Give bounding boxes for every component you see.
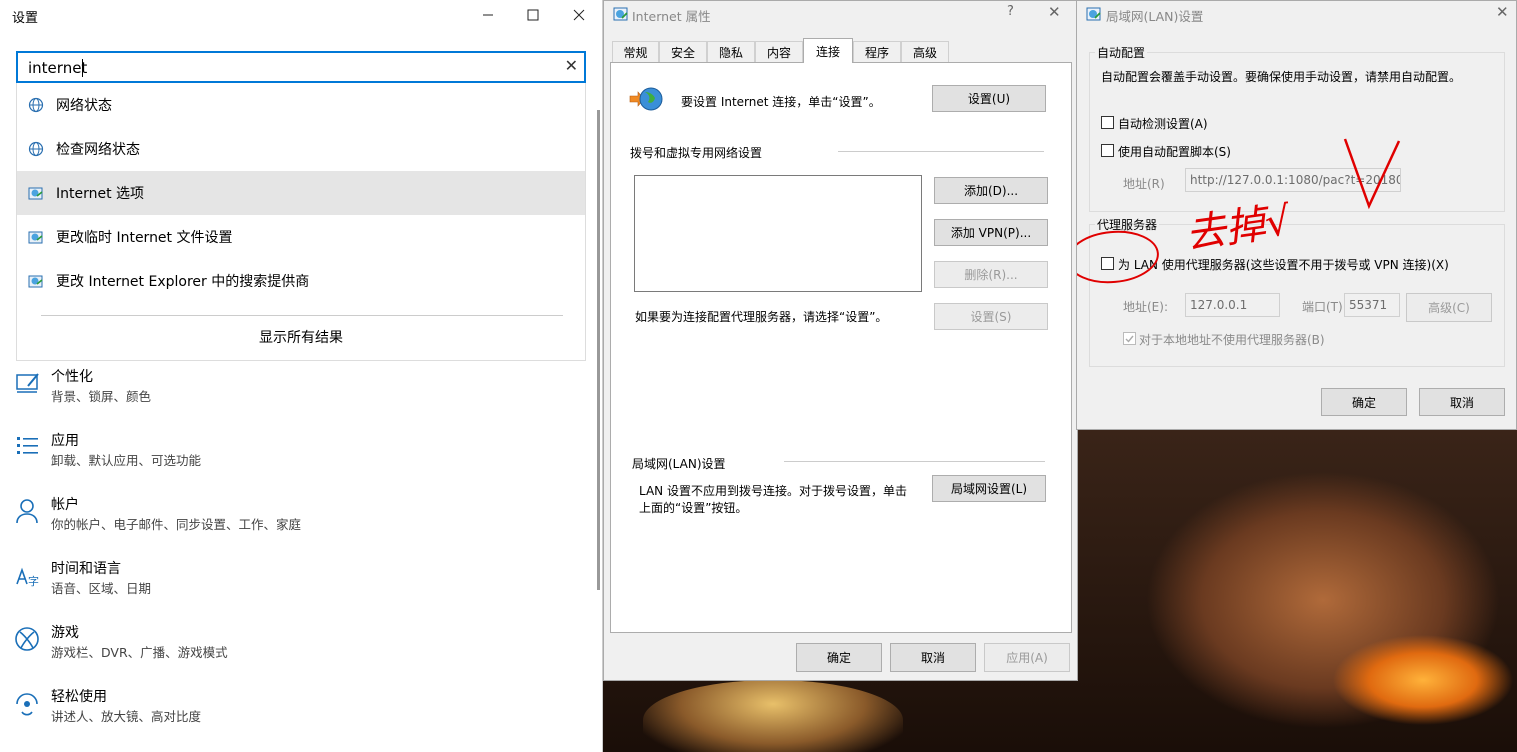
lan-settings-button[interactable]: 局域网设置(L) xyxy=(932,475,1046,502)
lan-settings-dialog: 局域网(LAN)设置 ✕ 自动配置 自动配置会覆盖手动设置。要确保使用手动设置，… xyxy=(1076,0,1517,430)
category-accounts[interactable]: 帐户 你的帐户、电子邮件、同步设置、工作、家庭 xyxy=(14,494,574,544)
category-gaming[interactable]: 游戏 游戏栏、DVR、广播、游戏模式 xyxy=(14,622,574,672)
clear-search-icon[interactable]: ✕ xyxy=(565,56,578,75)
search-input[interactable]: internet ✕ xyxy=(16,51,586,83)
suggestion-label: 更改 Internet Explorer 中的搜索提供商 xyxy=(56,274,310,290)
divider xyxy=(41,315,563,316)
tab-content[interactable]: 内容 xyxy=(755,41,803,62)
handwritten-annotation xyxy=(1077,138,1401,284)
category-subtitle: 游戏栏、DVR、广播、游戏模式 xyxy=(51,645,228,660)
suggestion-temp-files[interactable]: 更改临时 Internet 文件设置 xyxy=(17,215,585,259)
minimize-button[interactable] xyxy=(465,0,511,30)
suggestion-label: 更改临时 Internet 文件设置 xyxy=(56,230,233,246)
connection-list[interactable] xyxy=(634,175,922,292)
ease-of-access-icon xyxy=(16,693,38,716)
category-title: 轻松使用 xyxy=(51,689,107,705)
show-all-results-link[interactable]: 显示所有结果 xyxy=(17,327,585,347)
tab-programs[interactable]: 程序 xyxy=(853,41,901,62)
tab-privacy[interactable]: 隐私 xyxy=(707,41,755,62)
lan-section-header: 局域网(LAN)设置 xyxy=(632,457,726,471)
account-icon xyxy=(16,499,38,524)
maximize-icon xyxy=(527,9,539,21)
apply-button[interactable]: 应用(A) xyxy=(984,643,1070,672)
minimize-icon xyxy=(483,14,493,16)
close-icon xyxy=(573,9,585,21)
suggestion-label: 检查网络状态 xyxy=(56,142,140,158)
maximize-button[interactable] xyxy=(510,0,556,30)
tab-advanced[interactable]: 高级 xyxy=(901,41,949,62)
category-title: 时间和语言 xyxy=(51,561,121,577)
tab-connections[interactable]: 连接 xyxy=(803,38,853,63)
search-value: internet xyxy=(28,59,88,77)
red-check-mark xyxy=(1343,138,1401,210)
category-title: 个性化 xyxy=(51,369,93,385)
suggestion-check-network[interactable]: 检查网络状态 xyxy=(17,127,585,171)
suggestion-internet-options[interactable]: Internet 选项 xyxy=(17,171,585,215)
globe-icon xyxy=(28,141,44,157)
connection-settings-button[interactable]: 设置(S) xyxy=(934,303,1048,330)
lan-description-line1: LAN 设置不应用到拨号连接。对于拨号设置，单击 xyxy=(639,484,907,498)
internet-properties-dialog: Internet 属性 ? ✕ 常规 安全 隐私 内容 程序 高级 要设置 In… xyxy=(603,0,1078,681)
search-suggestions: 网络状态 检查网络状态 Internet 选项 更改临时 Internet 文件… xyxy=(16,83,586,361)
globe-connection-icon xyxy=(629,87,663,111)
category-title: 应用 xyxy=(51,433,79,449)
connections-panel: 要设置 Internet 连接，单击“设置”。 设置(U) 拨号和虚拟专用网络设… xyxy=(610,62,1072,633)
delete-button[interactable]: 删除(R)... xyxy=(934,261,1048,288)
setup-text: 要设置 Internet 连接，单击“设置”。 xyxy=(681,95,881,109)
red-circle-mark xyxy=(1077,230,1159,284)
suggestion-network-status[interactable]: 网络状态 xyxy=(17,83,585,127)
control-panel-icon xyxy=(28,187,43,200)
category-title: 游戏 xyxy=(51,625,79,641)
tab-general[interactable]: 常规 xyxy=(612,41,659,62)
settings-window: 设置 internet ✕ 网络状态 检查网络状态 Internet 选项 更改… xyxy=(0,0,603,752)
close-button[interactable] xyxy=(556,0,602,30)
lan-description-line2: 上面的“设置”按钮。 xyxy=(639,501,748,515)
category-subtitle: 卸载、默认应用、可选功能 xyxy=(51,453,202,468)
proxy-hint-text: 如果要为连接配置代理服务器，请选择“设置”。 xyxy=(635,310,888,324)
cancel-button[interactable]: 取消 xyxy=(890,643,976,672)
category-subtitle: 语音、区域、日期 xyxy=(51,581,152,596)
add-button[interactable]: 添加(D)... xyxy=(934,177,1048,204)
internet-options-icon xyxy=(613,7,628,21)
globe-icon xyxy=(28,97,44,113)
dialog-title: Internet 属性 xyxy=(632,9,711,24)
category-subtitle: 讲述人、放大镜、高对比度 xyxy=(51,709,202,724)
scrollbar[interactable] xyxy=(597,110,600,590)
suggestion-label: 网络状态 xyxy=(56,98,112,114)
add-vpn-button[interactable]: 添加 VPN(P)... xyxy=(934,219,1048,246)
window-title: 设置 xyxy=(12,11,39,26)
time-language-icon: 字 xyxy=(16,567,39,588)
close-icon[interactable]: ✕ xyxy=(1048,3,1061,21)
divider xyxy=(838,151,1044,152)
apps-icon xyxy=(17,437,38,454)
personalization-icon xyxy=(16,373,39,393)
help-button[interactable]: ? xyxy=(1007,4,1014,19)
category-ease-of-access[interactable]: 轻松使用 讲述人、放大镜、高对比度 xyxy=(14,686,574,736)
suggestion-label: Internet 选项 xyxy=(56,186,145,202)
category-time-language[interactable]: 字 时间和语言 语音、区域、日期 xyxy=(14,558,574,608)
category-subtitle: 背景、锁屏、颜色 xyxy=(51,389,152,404)
svg-text:字: 字 xyxy=(28,574,39,588)
category-apps[interactable]: 应用 卸载、默认应用、可选功能 xyxy=(14,430,574,480)
ok-button[interactable]: 确定 xyxy=(796,643,882,672)
control-panel-icon xyxy=(28,231,43,244)
divider xyxy=(784,461,1045,462)
category-personalization[interactable]: 个性化 背景、锁屏、颜色 xyxy=(14,366,574,416)
control-panel-icon xyxy=(28,275,43,288)
text-caret xyxy=(82,59,83,77)
tab-security[interactable]: 安全 xyxy=(659,41,707,62)
suggestion-search-provider[interactable]: 更改 Internet Explorer 中的搜索提供商 xyxy=(17,259,585,303)
setup-button[interactable]: 设置(U) xyxy=(932,85,1046,112)
xbox-icon xyxy=(15,627,39,651)
dialup-section-header: 拨号和虚拟专用网络设置 xyxy=(630,146,763,160)
category-subtitle: 你的帐户、电子邮件、同步设置、工作、家庭 xyxy=(51,517,302,532)
category-title: 帐户 xyxy=(51,497,79,513)
